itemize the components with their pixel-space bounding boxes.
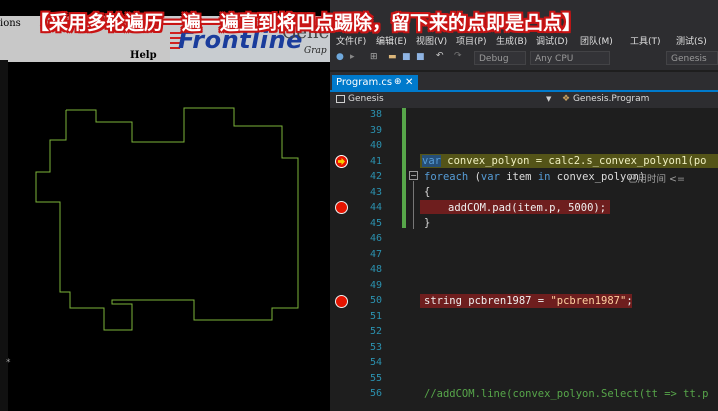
line-number: 45 — [369, 217, 382, 229]
line-number: 49 — [369, 279, 382, 291]
line-number: 38 — [369, 109, 382, 120]
line-number: 46 — [369, 233, 382, 244]
line-number: 52 — [369, 326, 382, 337]
solution-config-select[interactable]: Debug — [474, 51, 526, 65]
line-number: 40 — [369, 140, 382, 151]
nav-type-label: Genesis.Program — [572, 94, 650, 104]
open-file-icon[interactable]: ▬ — [388, 52, 397, 62]
nav-back-icon[interactable]: ● — [336, 52, 344, 62]
menu-item-help[interactable]: Help — [130, 50, 157, 61]
tab-close-icon[interactable]: ✕ — [405, 75, 413, 90]
board-outline-polygon — [35, 107, 299, 331]
new-item-icon[interactable]: ⊞ — [370, 52, 378, 62]
outline-line — [413, 181, 414, 229]
nav-project-dropdown[interactable]: Genesis — [348, 93, 548, 106]
menu-item-options[interactable]: ions — [0, 18, 21, 29]
breakpoint-icon[interactable] — [335, 295, 348, 308]
code-line-50[interactable]: string pcbren1987 = "pcbren1987"; — [424, 295, 633, 307]
line-number: 50 — [369, 295, 382, 306]
change-indicator-bar — [402, 108, 406, 228]
solution-platform-select[interactable]: Any CPU — [530, 51, 610, 65]
code-line-45[interactable]: } — [424, 217, 430, 229]
code-line-56-comment[interactable]: //addCOM.line(convex_polyon.Select(tt =>… — [424, 388, 708, 400]
line-number: 41 — [369, 155, 382, 167]
code-line-42[interactable]: foreach (var item in convex_polyon) — [424, 171, 645, 183]
caption-banner: 【采用多轮遍历一遍一遍直到将凹点踢除，留下来的点即是凸点】 — [30, 12, 582, 34]
code-line-41[interactable]: var convex_polyon = calc2.s_convex_polyo… — [422, 155, 706, 167]
redo-icon[interactable]: ↷ — [454, 51, 462, 61]
pcb-canvas[interactable]: ⁎ — [0, 62, 330, 411]
undo-icon[interactable]: ↶ — [436, 51, 444, 61]
tab-pin-icon[interactable]: ⊕ — [394, 75, 402, 90]
line-number: 42 — [369, 171, 382, 182]
chevron-down-icon[interactable]: ▼ — [546, 93, 551, 106]
save-all-icon[interactable]: ■ — [416, 52, 425, 62]
breakpoint-icon[interactable] — [335, 201, 348, 214]
startup-project-select[interactable]: Genesis — [666, 51, 718, 65]
collapse-icon[interactable]: − — [409, 171, 418, 180]
code-line-44[interactable]: addCOM.pad(item.p, 5000); — [448, 202, 606, 214]
code-line-43[interactable]: { — [424, 186, 430, 198]
line-number: 55 — [369, 372, 382, 384]
line-number: 48 — [369, 264, 382, 275]
vs-toolbar: ● ▸ ⊞ ▬ ■ ■ ↶ ↷ Debug Any CPU Genesis — [330, 48, 718, 70]
line-number: 44 — [369, 202, 382, 213]
line-number: 54 — [369, 357, 382, 368]
line-number: 47 — [369, 248, 382, 260]
save-icon[interactable]: ■ — [402, 52, 411, 62]
line-number: 43 — [369, 186, 382, 198]
cursor-marker-icon: ⁎ — [6, 355, 11, 365]
project-icon — [336, 95, 345, 103]
class-icon: ❖ — [562, 94, 573, 104]
elapsed-time-hint: 已用时间 <= — [628, 174, 685, 185]
line-number: 39 — [369, 124, 382, 136]
nav-forward-icon[interactable]: ▸ — [350, 52, 355, 62]
logo-subtitle: Grap — [304, 46, 327, 56]
line-number: 53 — [369, 341, 382, 353]
line-number: 51 — [369, 310, 382, 322]
line-number: 56 — [369, 388, 382, 399]
nav-type-dropdown[interactable]: ❖ Genesis.Program — [562, 93, 649, 106]
